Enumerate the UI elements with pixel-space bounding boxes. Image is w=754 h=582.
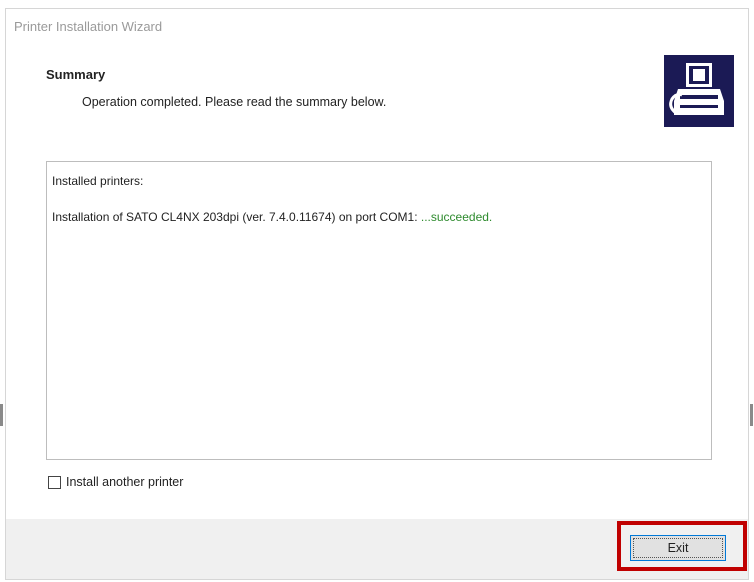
page-title: Summary	[46, 67, 106, 82]
installed-printers-heading: Installed printers:	[52, 174, 144, 188]
install-another-printer-checkbox[interactable]	[48, 475, 61, 489]
page-subtitle: Operation completed. Please read the sum…	[82, 95, 387, 109]
left-edge-mark	[0, 404, 3, 426]
printer-wizard-icon	[664, 55, 734, 127]
exit-button[interactable]: Exit	[630, 535, 726, 561]
window-title: Printer Installation Wizard	[14, 19, 163, 34]
install-status-text: ...succeeded.	[420, 210, 493, 224]
install-another-printer-label: Install another printer	[66, 475, 184, 489]
summary-panel[interactable]: Installed printers: Installation of SATO…	[46, 161, 712, 460]
install-result-text: Installation of SATO CL4NX 203dpi (ver. …	[52, 210, 421, 224]
install-another-printer-option[interactable]: Install another printer	[48, 475, 183, 489]
install-result-line: Installation of SATO CL4NX 203dpi (ver. …	[52, 210, 492, 224]
right-edge-mark	[750, 404, 753, 426]
wizard-window: Printer Installation Wizard Summary Oper…	[5, 8, 749, 580]
